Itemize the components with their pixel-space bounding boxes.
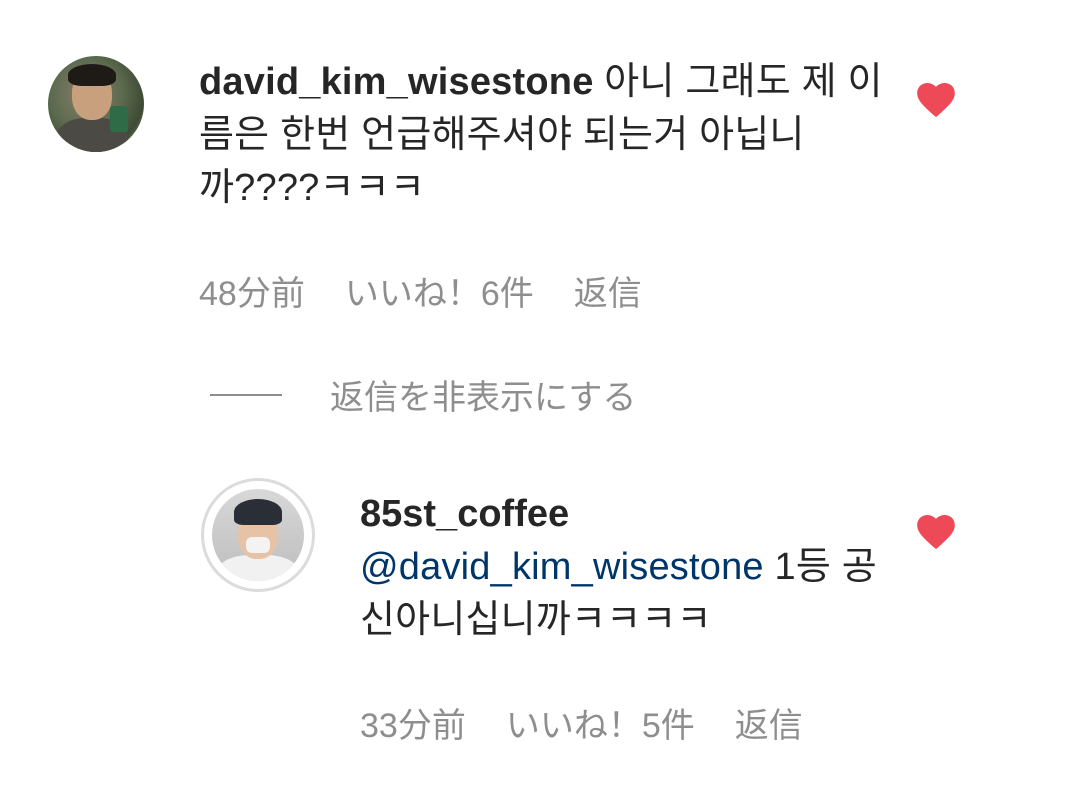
avatar-85st-coffee[interactable] xyxy=(201,478,315,592)
reply-body: @david_kim_wisestone 1등 공신아니십니까ㅋㅋㅋㅋ xyxy=(360,541,880,647)
hide-replies-label[interactable]: 返信を非表示にする xyxy=(330,370,636,419)
comment-reply-button[interactable]: 返信 xyxy=(574,266,642,315)
divider-line xyxy=(210,393,282,396)
avatar-david-kim[interactable] xyxy=(48,56,144,152)
reply-time: 33分前 xyxy=(360,707,466,745)
heart-icon[interactable] xyxy=(916,82,956,118)
heart-icon[interactable] xyxy=(916,514,956,550)
comment-meta: 48分前 いいね！6件 返信 xyxy=(199,266,642,315)
hide-replies-toggle[interactable]: 返信を非表示にする xyxy=(210,370,636,419)
reply-meta: 33分前 いいね！5件 返信 xyxy=(360,698,803,747)
comment-username[interactable]: david_kim_wisestone xyxy=(199,61,594,103)
reply-mention-link[interactable]: @david_kim_wisestone xyxy=(360,546,764,588)
reply-likes[interactable]: いいね！5件 xyxy=(506,698,695,747)
reply-reply-button[interactable]: 返信 xyxy=(735,698,803,747)
comment-time: 48分前 xyxy=(199,275,305,313)
comment-likes[interactable]: いいね！6件 xyxy=(345,266,534,315)
comment-body: david_kim_wisestone 아니 그래도 제 이름은 한번 언급해주… xyxy=(199,56,889,215)
reply-username[interactable]: 85st_coffee xyxy=(360,488,569,541)
